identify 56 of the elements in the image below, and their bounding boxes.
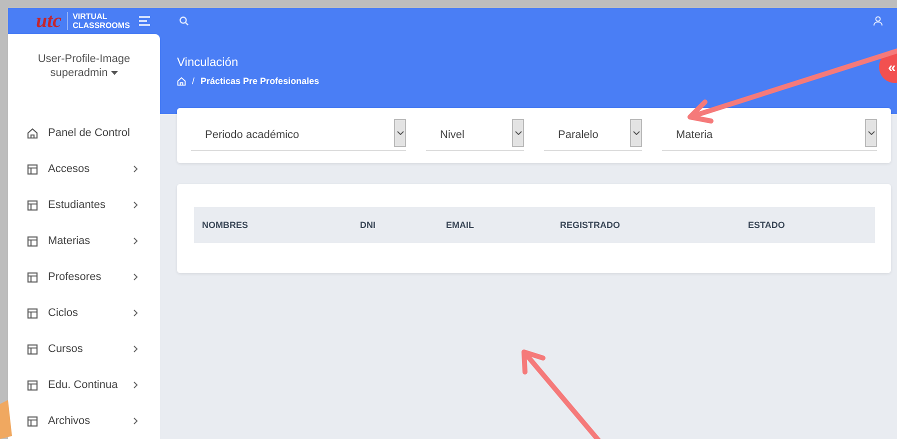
select-field[interactable]: Paralelo — [544, 120, 642, 150]
sidebar-item[interactable]: Estudiantes — [8, 187, 160, 223]
layout-icon — [27, 344, 38, 354]
sidebar-item[interactable]: Materias — [8, 223, 160, 259]
select-field[interactable]: Materia — [662, 120, 877, 150]
chevron-down-icon — [514, 131, 522, 135]
column-header: EMAIL — [446, 220, 475, 230]
sidebar-item[interactable]: Cursos — [8, 331, 160, 367]
logo-mark: utc — [36, 11, 62, 31]
chevron-icon — [133, 237, 138, 245]
chevron-icon — [133, 201, 138, 209]
home-icon — [27, 128, 38, 138]
chevron-icon — [133, 381, 138, 389]
dropdown-button[interactable] — [630, 119, 642, 147]
search-icon[interactable] — [179, 16, 189, 26]
user-icon[interactable] — [873, 16, 883, 26]
chevron-icon — [133, 417, 138, 425]
layout-icon — [27, 380, 38, 390]
page-title: Vinculación — [177, 55, 240, 69]
chevron-icon — [133, 345, 138, 353]
user-menu[interactable]: superadmin — [50, 66, 118, 80]
sidebar-item[interactable]: Panel de Control — [8, 115, 160, 151]
profile-image-alt-text: User-Profile-Image — [38, 52, 130, 66]
dropdown-button[interactable] — [865, 119, 877, 147]
chevron-icon — [133, 273, 138, 281]
chevron-down-icon — [868, 131, 874, 135]
layout-icon — [27, 164, 38, 174]
breadcrumb-separator: / — [192, 76, 195, 86]
sidebar-item[interactable]: Edu. Continua — [8, 367, 160, 403]
chevron-icon — [133, 165, 138, 173]
logo-text: VIRTUAL CLASSROOMS — [72, 12, 130, 30]
column-header: DNI — [360, 220, 376, 230]
dropdown-button[interactable] — [394, 119, 406, 147]
chevron-icon — [133, 309, 138, 317]
breadcrumb-item: Prácticas Pre Profesionales — [200, 76, 320, 86]
sidebar-item[interactable]: Accesos — [8, 151, 160, 187]
column-header: REGISTRADO — [560, 220, 622, 230]
column-header: NOMBRES — [202, 220, 250, 230]
home-icon[interactable] — [177, 76, 186, 86]
layout-icon — [27, 416, 38, 426]
dropdown-button[interactable] — [512, 119, 524, 147]
menu-icon[interactable] — [138, 16, 151, 26]
column-header: ESTADO — [748, 220, 786, 230]
select-field[interactable]: Periodo académico — [191, 120, 406, 150]
annotation-mark — [0, 400, 12, 439]
chevron-down-icon — [632, 131, 640, 135]
layout-icon — [27, 200, 38, 210]
caret-icon — [110, 71, 118, 75]
sidebar-item[interactable]: Ciclos — [8, 295, 160, 331]
layout-icon — [27, 236, 38, 246]
select-field[interactable]: Nivel — [426, 120, 524, 150]
chevron-down-icon — [396, 131, 404, 135]
sidebar-item[interactable]: Archivos — [8, 403, 160, 439]
layout-icon — [27, 308, 38, 318]
sidebar-item[interactable]: Profesores — [8, 259, 160, 295]
layout-icon — [27, 272, 38, 282]
